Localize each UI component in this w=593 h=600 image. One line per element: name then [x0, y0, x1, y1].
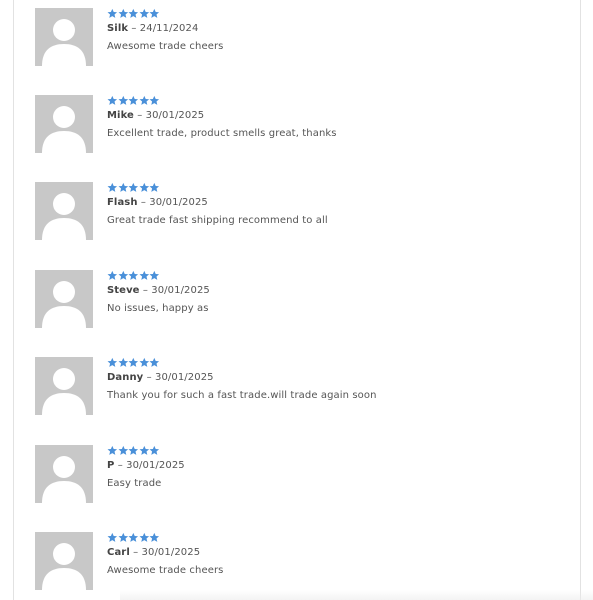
review-date: 30/01/2025	[149, 197, 208, 208]
star-icon	[149, 95, 160, 105]
star-rating	[107, 445, 160, 457]
review-meta: Flash – 30/01/2025	[107, 197, 208, 208]
review-text: No issues, happy as	[107, 303, 209, 314]
star-icon	[128, 532, 139, 542]
star-icon	[118, 8, 128, 18]
review-date: 30/01/2025	[141, 547, 201, 558]
star-icon	[139, 95, 149, 105]
star-icon	[107, 95, 118, 105]
star-icon	[118, 95, 128, 105]
avatar-placeholder-icon	[35, 95, 93, 153]
avatar-placeholder-icon	[35, 357, 93, 415]
star-icon	[128, 445, 139, 455]
meta-separator: –	[142, 285, 148, 296]
star-rating	[107, 357, 160, 369]
star-icon	[107, 357, 118, 367]
review-item: Danny – 30/01/2025 Thank you for such a …	[35, 357, 575, 417]
star-icon	[107, 270, 118, 280]
meta-separator: –	[131, 23, 137, 34]
star-icon	[149, 445, 160, 455]
review-text: Awesome trade cheers	[107, 41, 224, 52]
star-icon	[128, 8, 139, 18]
review-meta: Silk – 24/11/2024	[107, 23, 198, 34]
avatar-placeholder-icon	[35, 270, 93, 328]
review-meta: Carl – 30/01/2025	[107, 547, 200, 558]
star-icon	[118, 357, 128, 367]
star-icon	[118, 532, 128, 542]
review-date: 30/01/2025	[145, 110, 205, 121]
star-icon	[118, 445, 128, 455]
review-date: 30/01/2025	[151, 285, 210, 296]
review-item: Silk – 24/11/2024 Awesome trade cheers	[35, 8, 575, 68]
star-icon	[139, 8, 149, 18]
review-author: Mike	[107, 110, 134, 121]
review-date: 30/01/2025	[126, 460, 185, 471]
star-icon	[107, 182, 118, 192]
review-author: P	[107, 460, 115, 471]
star-icon	[139, 445, 149, 455]
star-icon	[149, 8, 160, 18]
review-text: Excellent trade, product smells great, t…	[107, 128, 337, 139]
star-icon	[118, 182, 128, 192]
meta-separator: –	[140, 197, 146, 208]
star-icon	[149, 270, 160, 280]
review-text: Great trade fast shipping recommend to a…	[107, 215, 328, 226]
review-text: Easy trade	[107, 478, 162, 489]
star-icon	[139, 357, 149, 367]
star-icon	[128, 95, 139, 105]
review-item: P – 30/01/2025 Easy trade	[35, 445, 575, 505]
star-icon	[149, 357, 160, 367]
review-text: Thank you for such a fast trade.will tra…	[107, 390, 377, 401]
avatar-placeholder-icon	[35, 182, 93, 240]
review-date: 24/11/2024	[139, 23, 199, 34]
review-text: Awesome trade cheers	[107, 565, 224, 576]
star-icon	[107, 532, 118, 542]
review-meta: P – 30/01/2025	[107, 460, 185, 471]
star-icon	[149, 182, 160, 192]
star-rating	[107, 270, 160, 282]
review-meta: Danny – 30/01/2025	[107, 372, 214, 383]
avatar-placeholder-icon	[35, 445, 93, 503]
star-icon	[128, 182, 139, 192]
review-item: Flash – 30/01/2025 Great trade fast ship…	[35, 182, 575, 242]
review-meta: Mike – 30/01/2025	[107, 110, 204, 121]
star-icon	[107, 8, 118, 18]
star-icon	[107, 445, 118, 455]
review-date: 30/01/2025	[154, 372, 214, 383]
review-author: Steve	[107, 285, 140, 296]
avatar-placeholder-icon	[35, 532, 93, 590]
review-item: Carl – 30/01/2025 Awesome trade cheers	[35, 532, 575, 592]
review-meta: Steve – 30/01/2025	[107, 285, 210, 296]
review-author: Danny	[107, 372, 144, 383]
meta-separator: –	[133, 547, 139, 558]
star-icon	[139, 532, 149, 542]
star-rating	[107, 532, 160, 544]
star-rating	[107, 182, 160, 194]
review-author: Silk	[107, 23, 129, 34]
meta-separator: –	[137, 110, 143, 121]
star-icon	[118, 270, 128, 280]
star-icon	[139, 270, 149, 280]
star-rating	[107, 95, 160, 107]
star-icon	[139, 182, 149, 192]
star-icon	[128, 357, 139, 367]
review-item: Steve – 30/01/2025 No issues, happy as	[35, 270, 575, 330]
star-rating	[107, 8, 160, 20]
avatar-placeholder-icon	[35, 8, 93, 66]
star-icon	[128, 270, 139, 280]
review-author: Flash	[107, 197, 138, 208]
meta-separator: –	[117, 460, 123, 471]
star-icon	[149, 532, 160, 542]
meta-separator: –	[146, 372, 152, 383]
review-item: Mike – 30/01/2025 Excellent trade, produ…	[35, 95, 575, 155]
review-author: Carl	[107, 547, 130, 558]
